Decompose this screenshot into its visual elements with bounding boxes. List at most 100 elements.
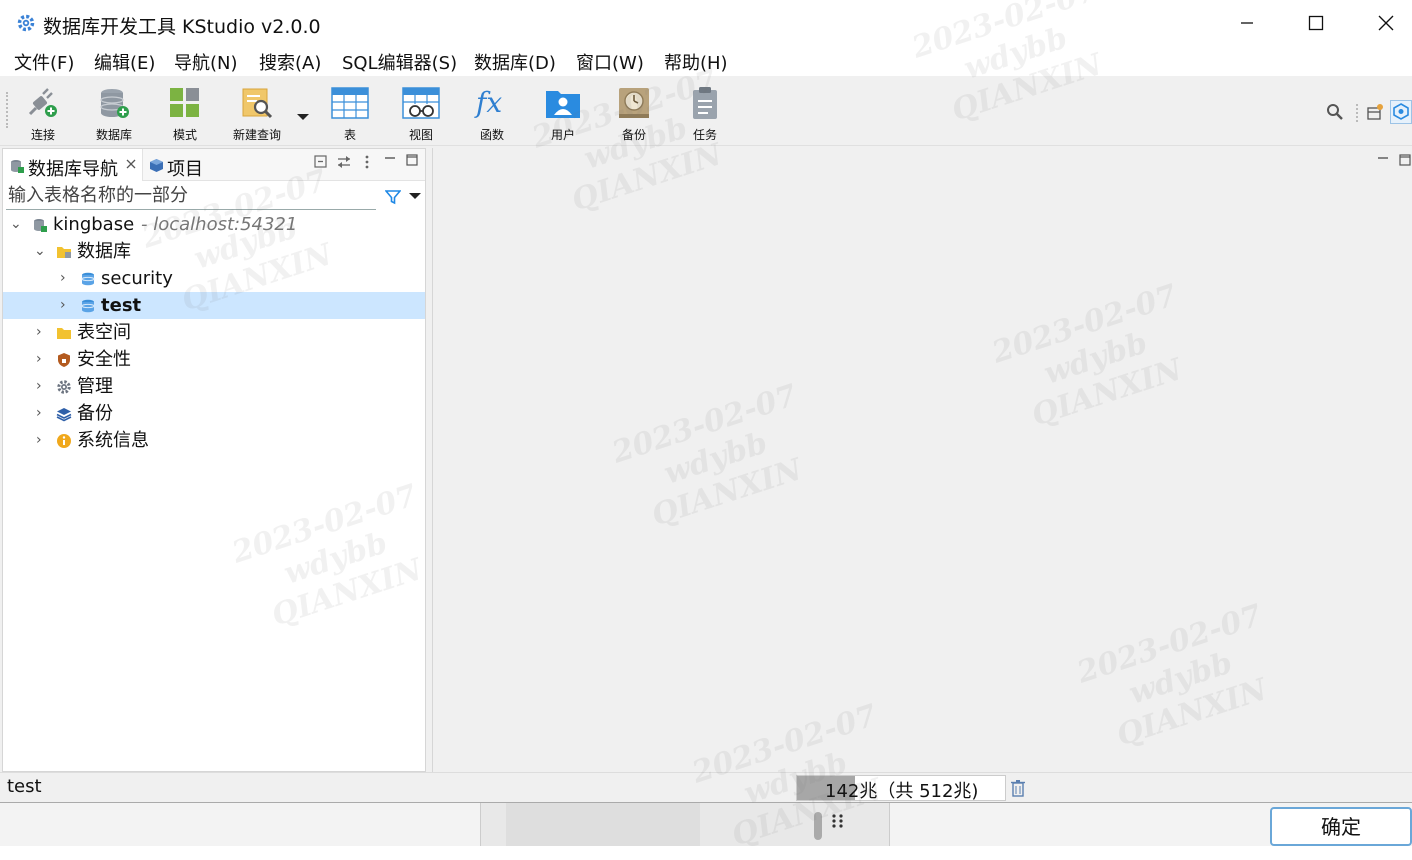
tree-node-backup[interactable]: › 备份	[3, 400, 425, 427]
toolbar-function-label: 函数	[479, 128, 504, 142]
close-tab-icon[interactable]	[126, 159, 136, 169]
tab-database-navigator[interactable]: 数据库导航	[3, 149, 143, 181]
security-icon	[58, 353, 70, 367]
svg-text:fx: fx	[474, 86, 502, 119]
menu-bar: 文件(F) 编辑(E) 导航(N) 搜索(A) SQL编辑器(S) 数据库(D)…	[0, 46, 1412, 76]
schema-icon	[170, 88, 199, 117]
tree-node-test-db[interactable]: › test	[3, 292, 425, 319]
project-icon	[150, 159, 163, 172]
chevron-right-icon[interactable]: ›	[36, 346, 50, 373]
tree-node-system-info[interactable]: › 系统信息	[3, 427, 425, 454]
view-menu-icon[interactable]	[364, 154, 370, 170]
menu-help[interactable]: 帮助(H)	[664, 49, 728, 75]
toolbar-perspective-button[interactable]	[1390, 100, 1412, 124]
menu-search[interactable]: 搜索(A)	[259, 49, 321, 75]
navigator-tree: ⌄ kingbase - localhost:54321 ⌄ 数据库 › sec…	[3, 211, 425, 454]
database-icon	[81, 272, 95, 286]
toolbar-open-perspective-button[interactable]	[1366, 103, 1384, 121]
toolbar-function-button[interactable]: fx 函数	[461, 86, 523, 142]
main-window: 数据库开发工具 KStudio v2.0.0 文件(F) 编辑(E) 导航(N)…	[0, 0, 1412, 803]
folder-icon	[57, 328, 71, 339]
toolbar-separator	[1356, 104, 1359, 122]
chevron-expanded-icon[interactable]: ⌄	[34, 238, 48, 265]
tab-project[interactable]: 项目	[147, 149, 217, 181]
db-navigator-icon	[11, 160, 24, 173]
background-panel-area	[506, 803, 700, 846]
menu-window[interactable]: 窗口(W)	[576, 49, 644, 75]
menu-file[interactable]: 文件(F)	[14, 49, 74, 75]
tree-node-label: 数据库	[77, 241, 131, 262]
folder-icon	[57, 247, 71, 258]
database-add-icon	[100, 89, 129, 118]
toolbar-new-query-button[interactable]: 新建查询	[226, 86, 288, 142]
menu-navigate[interactable]: 导航(N)	[174, 49, 238, 75]
editor-area	[432, 148, 1412, 772]
minimize-button[interactable]	[1212, 0, 1282, 46]
toolbar-task-button[interactable]: 任务	[674, 86, 736, 142]
chevron-right-icon[interactable]: ›	[36, 400, 50, 427]
close-button[interactable]	[1351, 0, 1412, 46]
open-perspective-icon	[1367, 104, 1383, 120]
tree-node-security-db[interactable]: › security	[3, 265, 425, 292]
gear-icon	[57, 380, 71, 394]
app-gear-icon	[17, 14, 35, 32]
toolbar-grip[interactable]	[6, 92, 9, 128]
menu-edit[interactable]: 编辑(E)	[94, 49, 155, 75]
chevron-right-icon[interactable]: ›	[36, 427, 50, 454]
tree-node-kingbase[interactable]: ⌄ kingbase - localhost:54321	[3, 211, 425, 238]
tree-node-databases[interactable]: ⌄ 数据库	[3, 238, 425, 265]
trash-icon[interactable]	[1010, 779, 1026, 797]
database-icon	[81, 299, 95, 313]
toolbar-user-label: 用户	[550, 128, 575, 142]
ok-button[interactable]: 确定	[1270, 807, 1412, 846]
connection-icon	[34, 219, 47, 232]
tree-node-label: 备份	[77, 403, 113, 424]
toolbar-search-button[interactable]	[1326, 103, 1344, 121]
new-query-dropdown-button[interactable]	[297, 106, 309, 120]
toolbar-backup-button[interactable]: 备份	[603, 86, 665, 142]
user-icon	[546, 91, 580, 118]
drag-handle-icon[interactable]	[830, 813, 846, 829]
tree-node-management[interactable]: › 管理	[3, 373, 425, 400]
tree-node-label: 管理	[77, 376, 113, 397]
filter-dropdown-icon[interactable]	[409, 192, 421, 200]
maximize-panel-icon[interactable]	[406, 154, 418, 166]
tree-node-label: security	[101, 268, 173, 289]
toolbar-connect-button[interactable]: 连接	[12, 86, 74, 142]
close-icon	[1378, 15, 1394, 31]
tree-node-tablespaces[interactable]: › 表空间	[3, 319, 425, 346]
heap-status[interactable]: 142兆（共 512兆)	[796, 775, 1006, 802]
toolbar-user-button[interactable]: 用户	[532, 86, 594, 142]
filter-icon[interactable]	[385, 189, 401, 205]
minimize-panel-icon[interactable]	[384, 154, 396, 166]
new-query-icon	[242, 88, 273, 119]
chevron-right-icon[interactable]: ›	[60, 292, 74, 319]
menu-sql-editor[interactable]: SQL编辑器(S)	[342, 49, 457, 75]
chevron-right-icon[interactable]: ›	[36, 373, 50, 400]
chevron-right-icon[interactable]: ›	[36, 319, 50, 346]
scroll-handle[interactable]	[814, 812, 822, 840]
chevron-right-icon[interactable]: ›	[60, 265, 74, 292]
minimize-icon	[1241, 22, 1253, 24]
toolbar-backup-label: 备份	[621, 128, 646, 142]
table-filter-input[interactable]	[6, 182, 376, 210]
toolbar-database-button[interactable]: 数据库	[83, 86, 145, 142]
toolbar-table-button[interactable]: 表	[319, 86, 381, 142]
table-icon	[331, 87, 369, 119]
layers-icon	[56, 408, 72, 422]
minimize-editor-icon[interactable]	[1377, 154, 1389, 166]
maximize-editor-icon[interactable]	[1399, 154, 1411, 166]
toolbar-schema-button[interactable]: 模式	[154, 86, 216, 142]
menu-database[interactable]: 数据库(D)	[474, 49, 556, 75]
plug-connect-icon	[28, 88, 57, 117]
window-title: 数据库开发工具 KStudio v2.0.0	[43, 16, 321, 38]
toolbar-table-label: 表	[343, 128, 356, 142]
toolbar-view-button[interactable]: 视图	[390, 86, 452, 142]
tree-node-security[interactable]: › 安全性	[3, 346, 425, 373]
link-with-editor-icon[interactable]	[336, 155, 352, 169]
chevron-expanded-icon[interactable]: ⌄	[10, 211, 24, 238]
info-icon	[57, 434, 71, 448]
collapse-all-icon[interactable]	[314, 155, 328, 169]
maximize-button[interactable]	[1281, 0, 1351, 46]
search-icon	[1327, 104, 1343, 120]
